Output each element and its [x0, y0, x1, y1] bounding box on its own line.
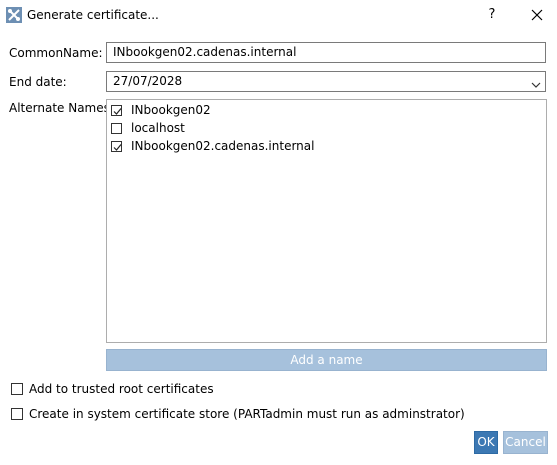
end-date-dropdown[interactable]: 27/07/2028 [106, 71, 546, 92]
alternate-names-label: Alternate Names: [9, 101, 114, 115]
tools-icon [6, 7, 22, 23]
window-title: Generate certificate... [27, 8, 159, 22]
help-button[interactable]: ? [482, 4, 502, 26]
checkbox-unchecked[interactable] [111, 123, 122, 134]
list-item-label: localhost [131, 121, 185, 135]
common-name-field[interactable]: INbookgen02.cadenas.internal [106, 42, 546, 63]
checkbox-checked[interactable] [111, 141, 122, 152]
chevron-down-icon [531, 77, 541, 88]
end-date-label: End date: [9, 75, 67, 89]
cancel-button[interactable]: Cancel [503, 431, 548, 454]
common-name-label: CommonName: [9, 46, 103, 60]
list-item-label: INbookgen02 [131, 103, 211, 117]
system-store-checkbox[interactable] [11, 408, 23, 420]
list-item-label: INbookgen02.cadenas.internal [131, 139, 315, 153]
trusted-root-label: Add to trusted root certificates [29, 382, 214, 396]
add-name-button[interactable]: Add a name [106, 349, 547, 371]
end-date-value: 27/07/2028 [113, 74, 183, 88]
ok-button[interactable]: OK [474, 431, 498, 454]
system-store-label: Create in system certificate store (PART… [29, 407, 465, 421]
title-bar: Generate certificate... ? [0, 0, 557, 32]
checkbox-checked[interactable] [111, 105, 122, 116]
trusted-root-checkbox[interactable] [11, 383, 23, 395]
alternate-names-list[interactable]: INbookgen02 localhost INbookgen02.cadena… [106, 99, 547, 343]
close-icon[interactable] [527, 4, 547, 26]
